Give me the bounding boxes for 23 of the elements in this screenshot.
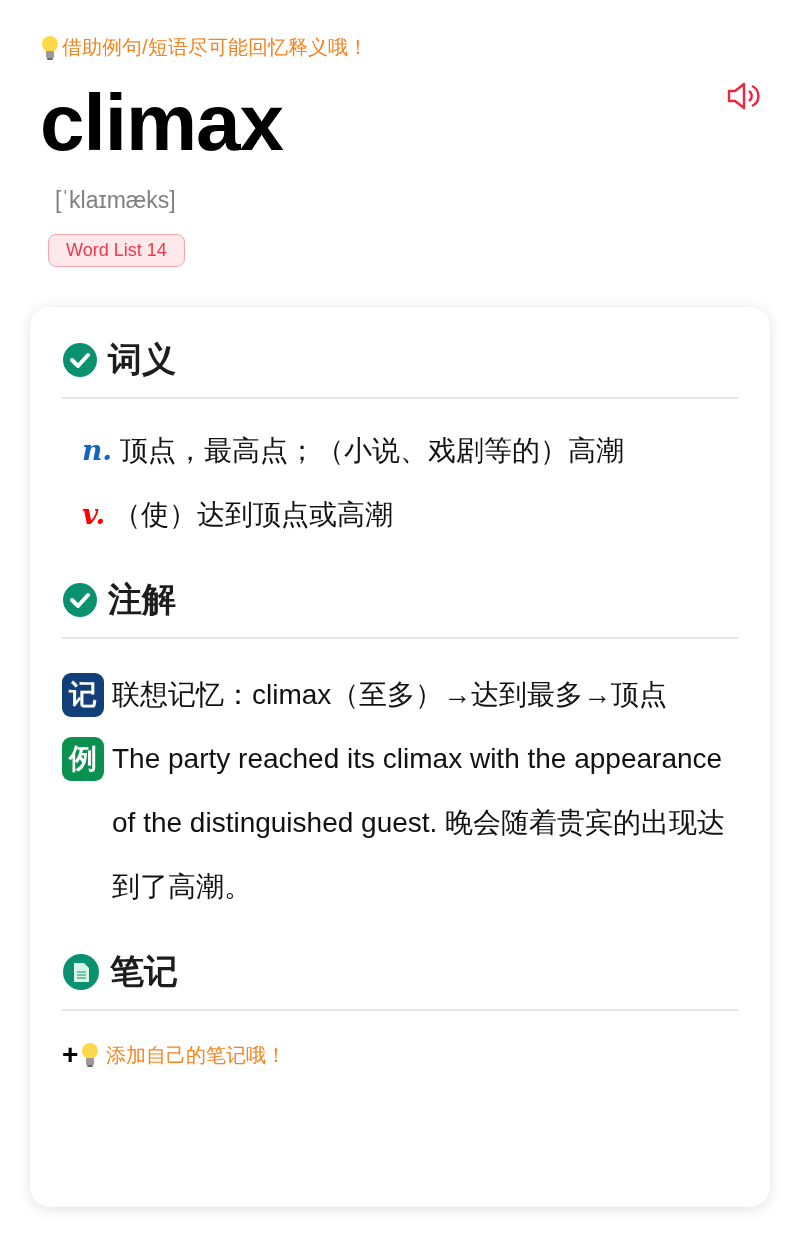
part-of-speech: v. xyxy=(82,497,106,533)
definition-text: （使）达到顶点或高潮 xyxy=(113,498,394,532)
hint-text: 借助例句/短语尽可能回忆释义哦！ xyxy=(62,35,368,60)
lightbulb-icon xyxy=(80,1042,101,1068)
section-title: 笔记 xyxy=(110,951,178,992)
example-badge: 例 xyxy=(62,737,104,781)
section-title: 词义 xyxy=(108,339,176,380)
lightbulb-icon xyxy=(40,34,60,61)
add-note-hint: 添加自己的笔记哦！ xyxy=(106,1042,287,1068)
memory-tip-text: 联想记忆：climax（至多）→达到最多→顶点 xyxy=(112,678,668,712)
example-sentence: The party reached its climax with the appearance of the distinguished guest. 晚会随着贵宾的出现达到了高潮。 xyxy=(112,742,727,904)
check-circle-icon xyxy=(62,582,98,618)
check-circle-icon xyxy=(62,342,98,378)
speaker-icon[interactable] xyxy=(726,81,760,111)
definition-text: 顶点，最高点；（小说、戏剧等的）高潮 xyxy=(120,434,625,468)
word-list-tag: Word List 14 xyxy=(48,234,185,267)
part-of-speech: n. xyxy=(82,433,113,469)
headword: climax xyxy=(40,83,284,163)
document-icon xyxy=(62,953,100,991)
phonetic-text: [ˈklaɪmæks] xyxy=(55,187,176,214)
memory-badge: 记 xyxy=(62,673,104,717)
add-note-button[interactable]: + xyxy=(62,1039,79,1071)
section-title: 注解 xyxy=(108,579,176,620)
